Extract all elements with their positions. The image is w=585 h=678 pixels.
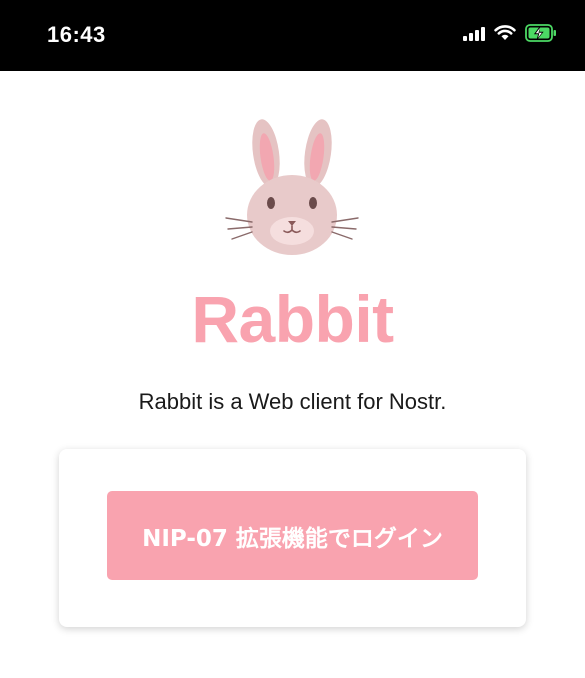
battery-charging-icon [525,24,556,42]
main-content: Rabbit Rabbit is a Web client for Nostr.… [0,71,585,678]
nip07-login-button[interactable]: NIP-07 拡張機能でログイン [107,491,478,580]
signal-icon [463,25,485,41]
login-card: NIP-07 拡張機能でログイン [59,449,526,627]
rabbit-face-icon [225,119,359,255]
app-title: Rabbit [191,282,394,356]
wifi-icon [494,25,516,40]
status-time: 16:43 [47,22,106,47]
status-icons [463,24,557,42]
status-bar: 16:43 [0,0,585,71]
app-description: Rabbit is a Web client for Nostr. [138,389,447,414]
